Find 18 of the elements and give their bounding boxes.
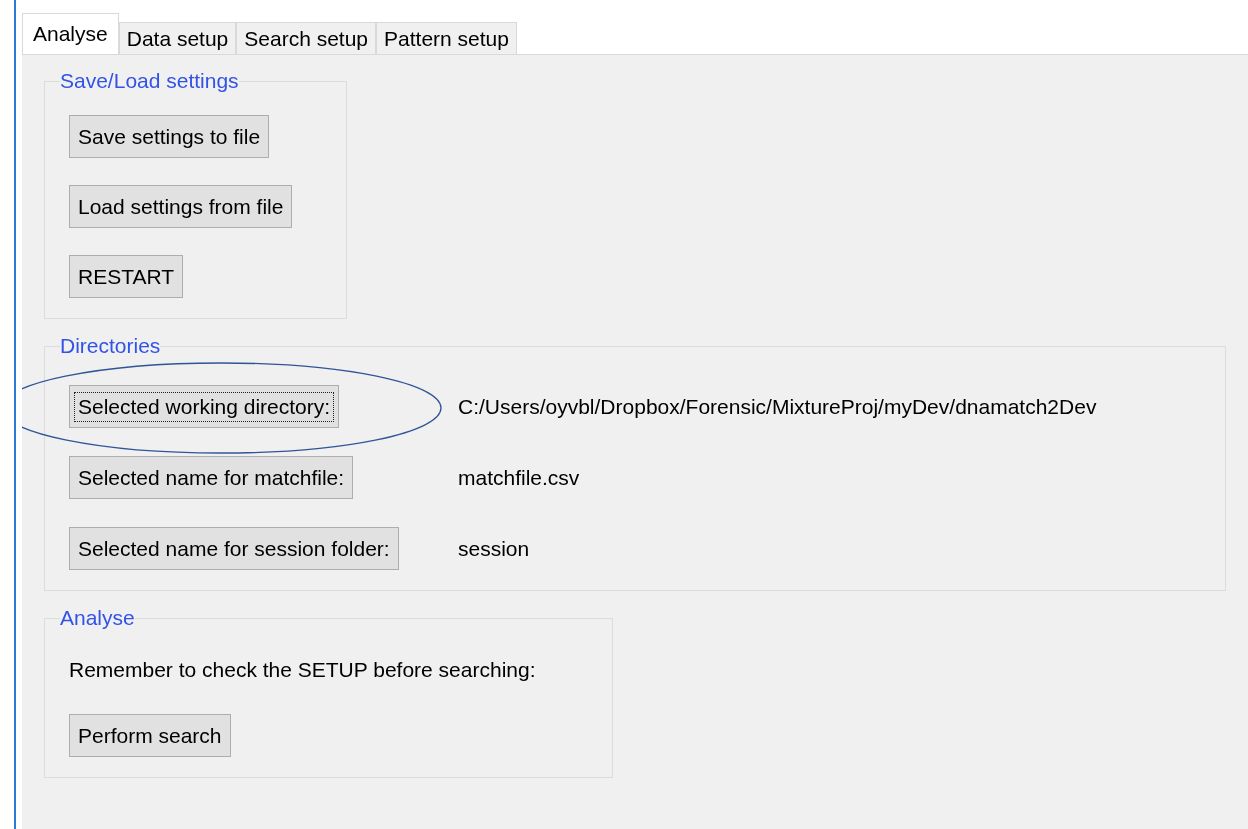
settings-button[interactable]: Load settings from file: [69, 185, 293, 228]
directory-value: matchfile.csv: [458, 465, 581, 490]
settings-button[interactable]: Save settings to file: [69, 115, 270, 158]
settings-button[interactable]: RESTART: [69, 255, 184, 298]
tab[interactable]: Data setup: [118, 22, 237, 54]
tab[interactable]: Pattern setup: [376, 22, 517, 54]
tab[interactable]: Search setup: [236, 22, 377, 54]
directory-button[interactable]: Selected name for session folder:: [69, 527, 399, 570]
directory-button[interactable]: Selected working directory:: [69, 385, 340, 428]
directory-value: C:/Users/oyvbl/Dropbox/Forensic/MixtureProj/myDev/dnamatch2Dev: [458, 394, 1098, 419]
group-title: Save/Load settings: [60, 69, 239, 93]
group-title: Analyse: [60, 606, 135, 630]
directory-value: session: [458, 536, 531, 561]
search-button[interactable]: Perform search: [69, 714, 231, 757]
instruction-text: Remember to check the SETUP before searching:: [69, 658, 536, 682]
tab[interactable]: Analyse: [22, 13, 119, 54]
group-title: Directories: [60, 334, 161, 358]
directory-button[interactable]: Selected name for matchfile:: [69, 456, 354, 499]
